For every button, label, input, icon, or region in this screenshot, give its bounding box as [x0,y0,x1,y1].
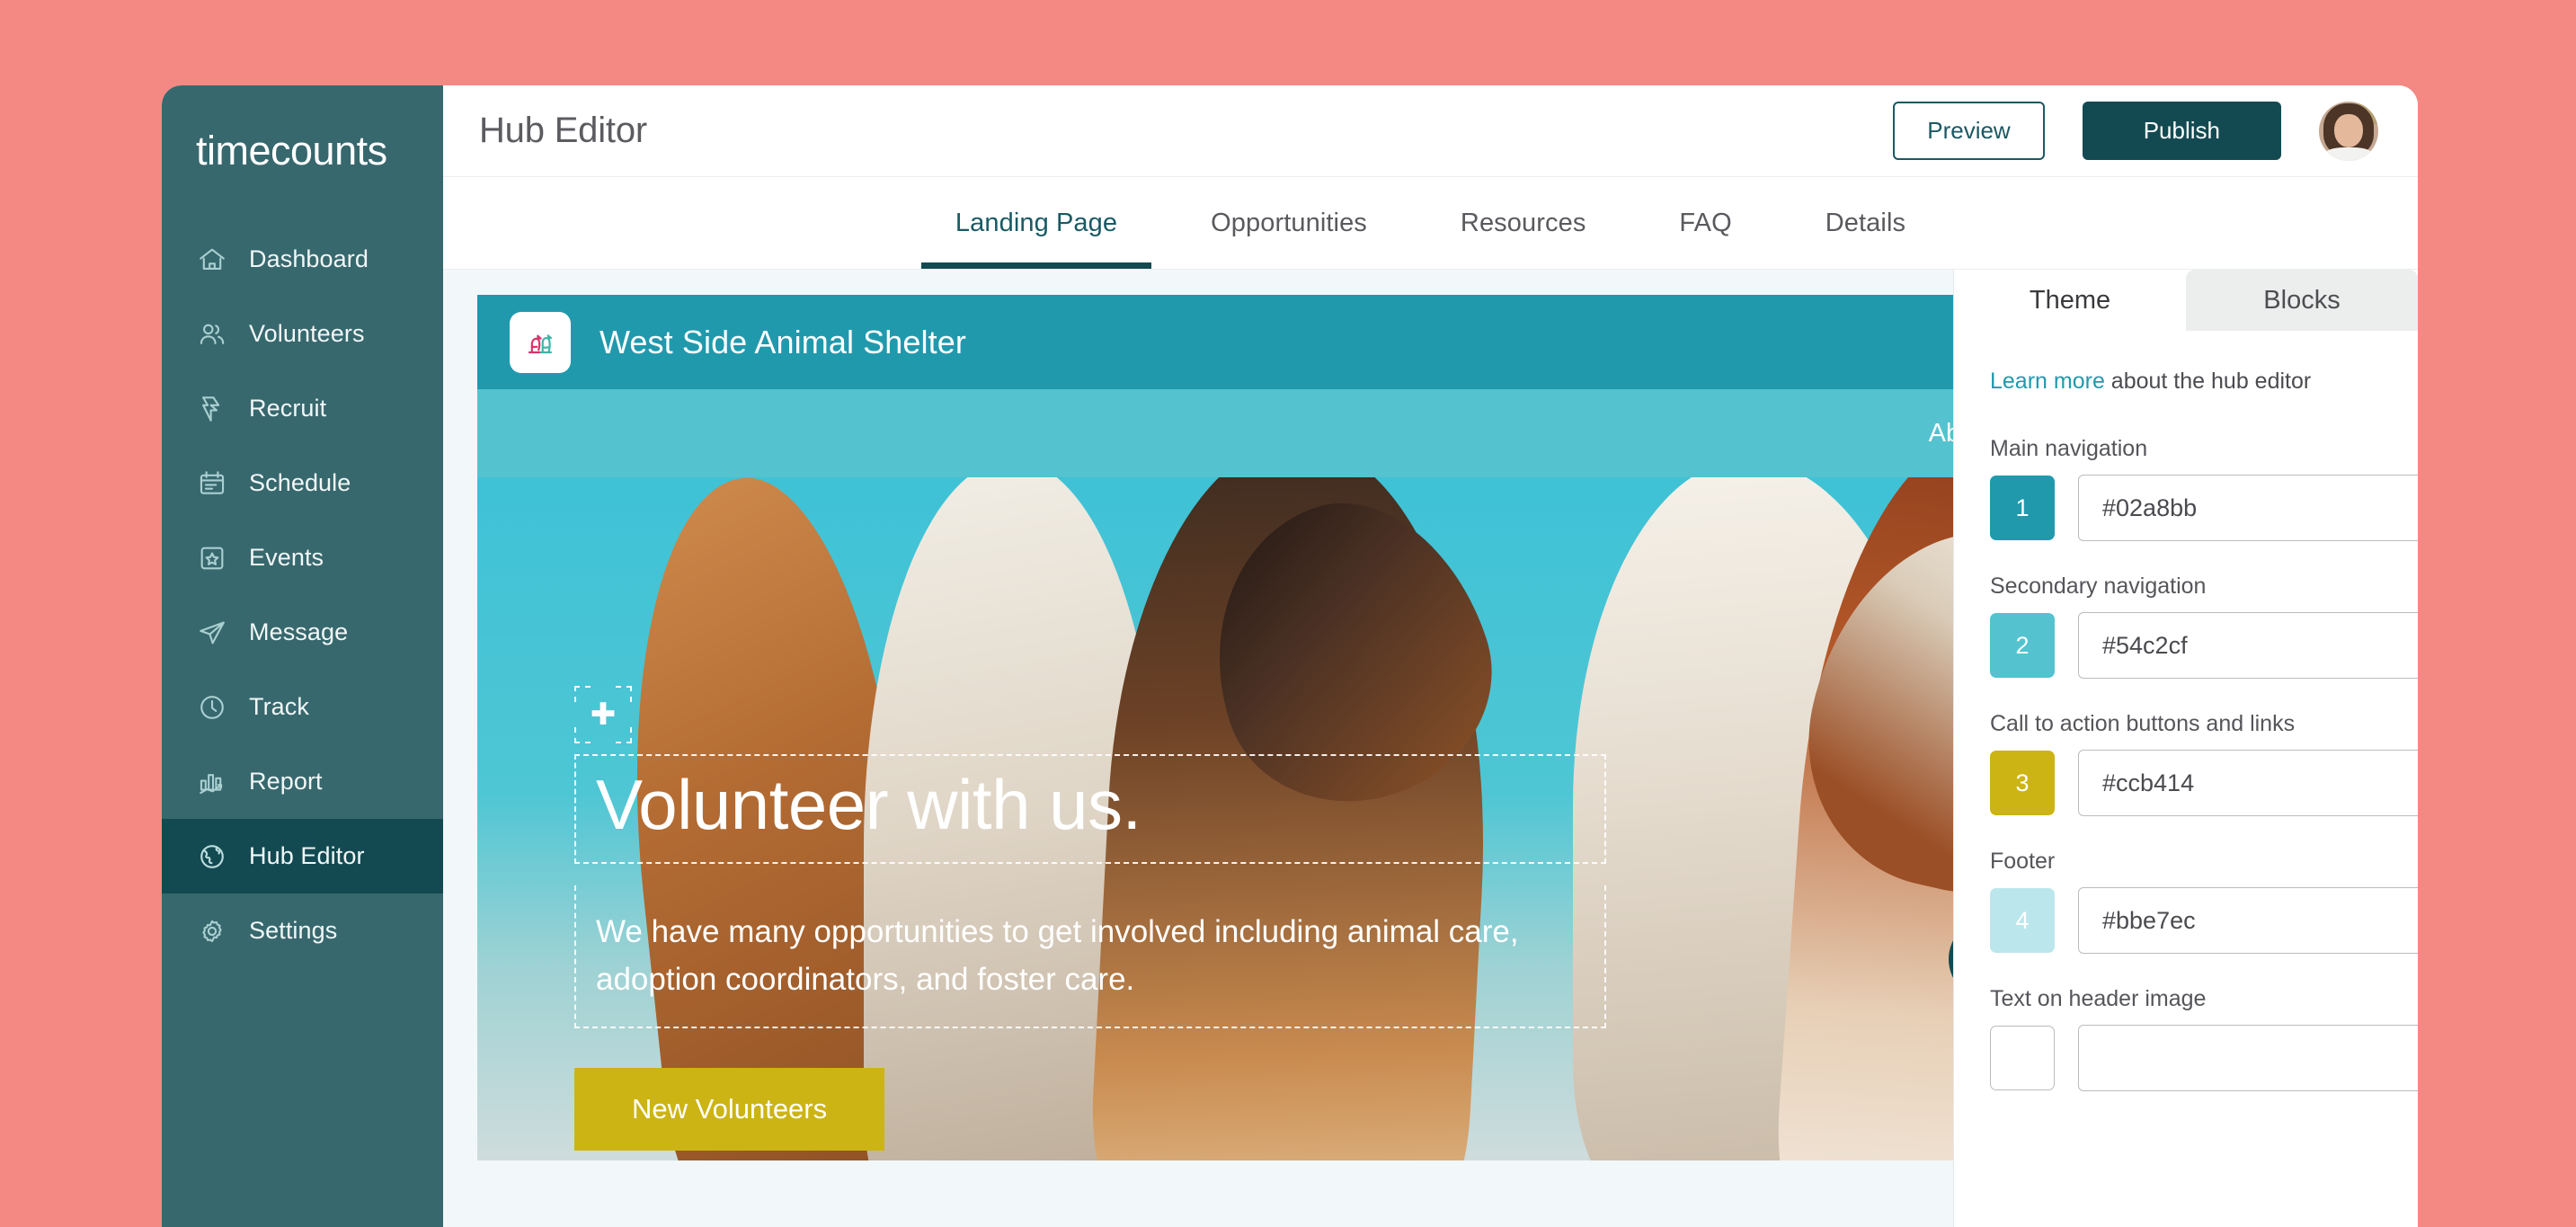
site-name: West Side Animal Shelter [600,323,966,360]
field-label: Call to action buttons and links [1990,711,2296,736]
paper-plane-icon [196,617,228,649]
tab-landing-page[interactable]: Landing Page [909,177,1164,269]
theme-panel: Theme Blocks Learn more about the hub ed… [1954,270,2418,1227]
tab-resources[interactable]: Resources [1414,177,1633,269]
brand-logo: timecounts [196,128,387,173]
users-icon [196,318,228,351]
top-bar: Hub Editor Preview Publish [443,85,2418,177]
handle-corner [616,727,632,743]
field-label: Main navigation [1990,436,2148,461]
globe-icon [196,840,228,873]
sidebar-item-hub-editor[interactable]: Hub Editor [162,819,443,894]
field-call-to-action: Call to action buttons and links 3 [1990,711,2418,816]
tab-opportunities[interactable]: Opportunities [1164,177,1414,269]
add-block-handle[interactable]: ✚ [574,686,632,743]
color-swatch-3[interactable]: 3 [1990,751,2055,815]
hero-title: Volunteer with us. [596,765,1141,844]
sidebar-item-label: Events [249,544,324,571]
field-row [1990,1025,2418,1091]
main-area: Hub Editor Preview Publish Landing Page … [443,85,2418,1227]
bolt-icon [196,393,228,425]
learn-more-link[interactable]: Learn more [1990,369,2105,394]
cat-dog-logo-icon [528,333,553,353]
sidebar-item-label: Track [249,693,309,720]
field-footer: Footer 4 [1990,849,2418,954]
field-row: 2 [1990,612,2418,679]
color-input-call-to-action[interactable] [2078,750,2418,816]
site-logo [510,311,571,373]
hero-subtitle-block[interactable]: We have many opportunities to get involv… [574,885,1606,1029]
hero-cta-button[interactable]: New Volunteers [574,1068,885,1151]
color-input-footer[interactable] [2078,887,2418,954]
avatar[interactable] [2319,101,2378,161]
sidebar-item-label: Message [249,618,349,645]
field-main-navigation: Main navigation 1 [1990,436,2418,541]
sidebar-item-label: Report [249,768,323,795]
handle-corner [574,727,591,743]
field-secondary-navigation: Secondary navigation 2 [1990,573,2418,679]
theme-panel-body: Learn more about the hub editor Main nav… [1954,331,2418,1124]
sidebar-item-label: Dashboard [249,245,369,272]
calendar-icon [196,467,228,500]
tab-blocks[interactable]: Blocks [2186,270,2418,331]
color-swatch-4[interactable]: 4 [1990,888,2055,953]
hero-title-block[interactable]: Volunteer with us. [574,754,1606,865]
handle-corner [574,686,591,702]
editor-tabs: Landing Page Opportunities Resources FAQ… [443,177,2418,270]
sidebar: timecounts Dashboard Volunteers Recruit [162,85,443,1227]
tab-faq[interactable]: FAQ [1632,177,1778,269]
sidebar-item-label: Volunteers [249,320,365,347]
sidebar-item-label: Settings [249,917,338,944]
sidebar-nav: Dashboard Volunteers Recruit Schedule Ev… [162,222,443,968]
topbar-actions: Preview Publish [1893,101,2378,161]
plus-icon: ✚ [590,698,617,732]
field-row: 4 [1990,887,2418,954]
sidebar-item-label: Schedule [249,469,351,496]
sidebar-item-volunteers[interactable]: Volunteers [162,297,443,371]
sidebar-item-dashboard[interactable]: Dashboard [162,222,443,297]
field-text-on-header-image: Text on header image [1990,986,2418,1091]
avatar-shirt [2325,147,2372,161]
bar-chart-icon [196,766,228,798]
color-swatch-1[interactable]: 1 [1990,476,2055,540]
tab-details[interactable]: Details [1779,177,1952,269]
sidebar-item-events[interactable]: Events [162,520,443,595]
sidebar-item-message[interactable]: Message [162,595,443,670]
avatar-face [2334,114,2363,147]
learn-more-line: Learn more about the hub editor [1990,369,2382,395]
field-label: Secondary navigation [1990,573,2207,599]
field-label: Text on header image [1990,986,2207,1011]
field-label: Footer [1990,849,2056,874]
home-icon [196,244,228,276]
clock-icon [196,691,228,724]
star-box-icon [196,542,228,574]
color-input-main-navigation[interactable] [2078,475,2418,541]
gear-icon [196,915,228,947]
learn-more-text: about the hub editor [2104,369,2312,394]
hero-subtitle: We have many opportunities to get involv… [596,914,1519,997]
color-input-secondary-navigation[interactable] [2078,612,2418,679]
sidebar-item-label: Hub Editor [249,842,365,869]
page-title: Hub Editor [479,111,647,150]
sidebar-item-track[interactable]: Track [162,670,443,744]
sidebar-item-report[interactable]: Report [162,744,443,819]
sidebar-item-recruit[interactable]: Recruit [162,371,443,446]
color-input-text-on-header-image[interactable] [2078,1025,2418,1091]
handle-corner [616,686,632,702]
tab-theme[interactable]: Theme [1954,270,2186,331]
sidebar-item-schedule[interactable]: Schedule [162,446,443,520]
field-row: 3 [1990,750,2418,816]
preview-button[interactable]: Preview [1893,102,2045,160]
sidebar-item-settings[interactable]: Settings [162,894,443,968]
color-swatch-5[interactable] [1990,1026,2055,1090]
color-swatch-2[interactable]: 2 [1990,613,2055,678]
theme-panel-tabs: Theme Blocks [1954,270,2418,331]
sidebar-item-label: Recruit [249,395,327,422]
field-row: 1 [1990,475,2418,541]
hero-content: ✚ Volunteer with us. We have many opport… [574,686,1606,1151]
app-window: timecounts Dashboard Volunteers Recruit [162,85,2418,1227]
publish-button[interactable]: Publish [2082,102,2281,160]
